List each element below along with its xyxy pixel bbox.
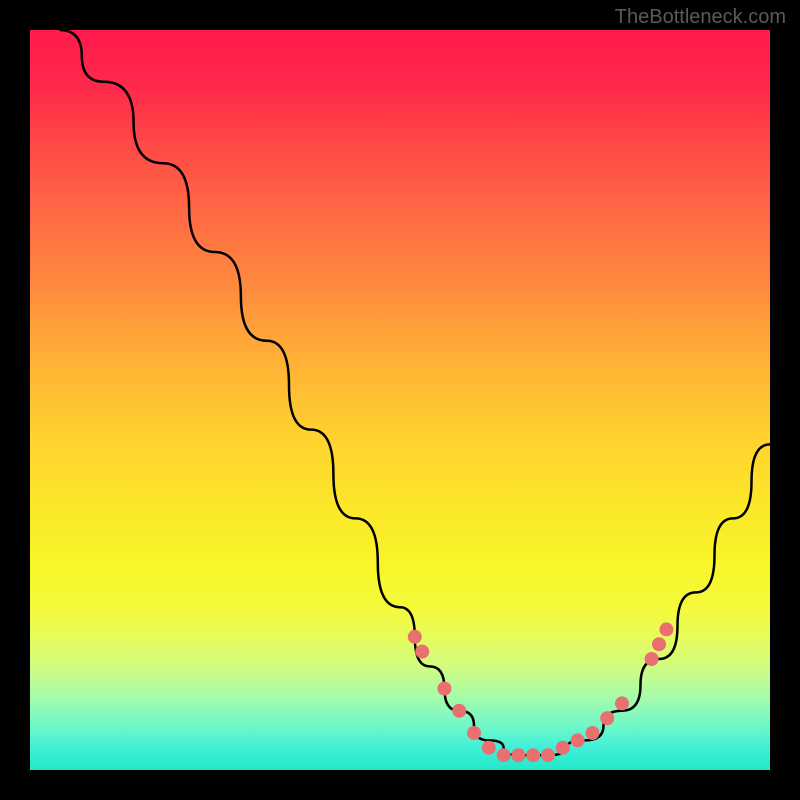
scatter-dot <box>652 637 666 651</box>
scatter-dot <box>452 704 466 718</box>
scatter-dot <box>467 726 481 740</box>
scatter-dot <box>541 748 555 762</box>
scatter-dot <box>556 741 570 755</box>
scatter-dot <box>437 682 451 696</box>
scatter-dot <box>571 733 585 747</box>
chart-svg <box>30 30 770 770</box>
scatter-dot <box>615 696 629 710</box>
scatter-dot <box>511 748 525 762</box>
scatter-dot <box>585 726 599 740</box>
scatter-dot <box>482 741 496 755</box>
scatter-dot <box>645 652 659 666</box>
scatter-points <box>408 622 674 762</box>
scatter-dot <box>600 711 614 725</box>
scatter-dot <box>415 645 429 659</box>
watermark-text: TheBottleneck.com <box>615 6 786 29</box>
chart-plot-area <box>30 30 770 770</box>
scatter-dot <box>659 622 673 636</box>
scatter-dot <box>526 748 540 762</box>
scatter-dot <box>408 630 422 644</box>
scatter-dot <box>497 748 511 762</box>
